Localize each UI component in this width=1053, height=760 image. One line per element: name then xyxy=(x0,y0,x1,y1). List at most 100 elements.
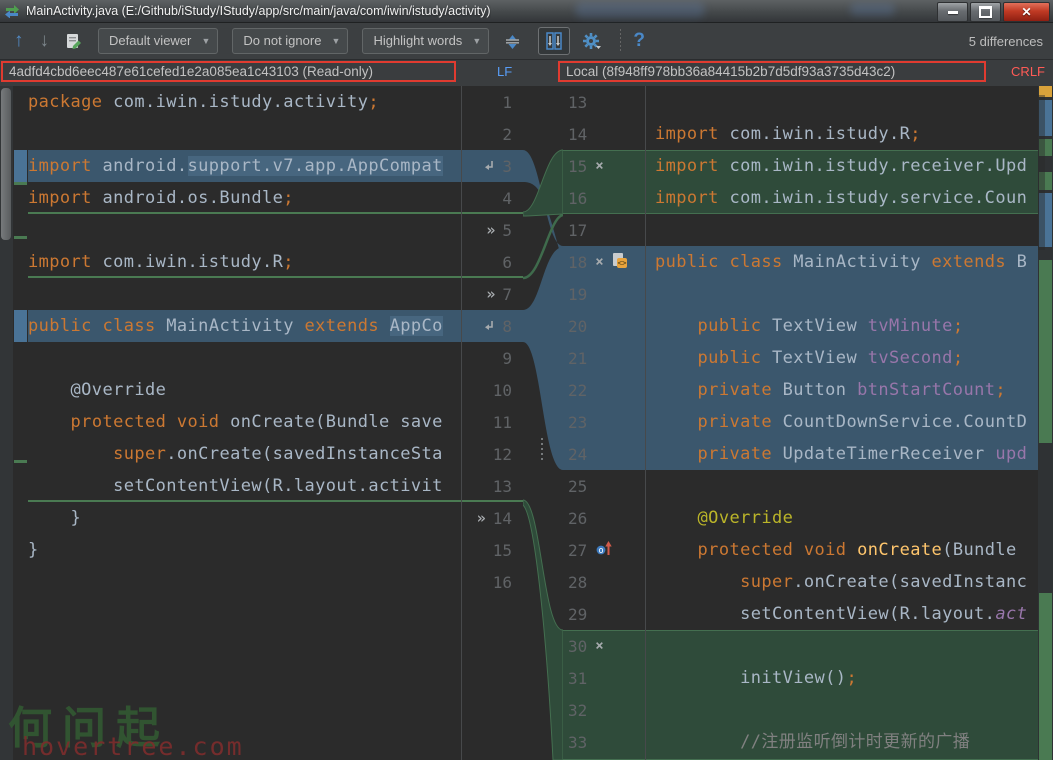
code-line[interactable] xyxy=(646,694,1038,726)
folded-region-icon[interactable]: » xyxy=(477,511,486,526)
svg-text:o: o xyxy=(599,546,604,556)
code-line[interactable]: } xyxy=(28,502,461,534)
line-number: 27 xyxy=(568,541,587,560)
code-line[interactable] xyxy=(28,342,461,374)
code-line[interactable]: //注册监听倒计时更新的广播 xyxy=(646,726,1038,758)
edit-source-button[interactable] xyxy=(65,33,82,50)
viewer-dropdown[interactable]: Default viewer ▼ xyxy=(98,28,218,54)
folded-region-icon[interactable]: » xyxy=(486,223,495,238)
code-line[interactable]: setContentView(R.layout.activit xyxy=(28,470,461,502)
code-line[interactable]: setContentView(R.layout.act xyxy=(646,598,1038,630)
left-code-pane[interactable]: package com.iwin.istudy.activity; import … xyxy=(28,86,461,760)
gear-icon xyxy=(582,32,602,50)
code-line[interactable] xyxy=(646,630,1038,662)
diff-change-x-icon[interactable]: × xyxy=(595,639,603,653)
code-line[interactable] xyxy=(646,278,1038,310)
close-button[interactable]: ✕ xyxy=(1003,2,1050,22)
highlight-mode-dropdown[interactable]: Highlight words ▼ xyxy=(362,28,489,54)
code-segment: private xyxy=(698,380,772,400)
minimize-button[interactable] xyxy=(937,2,968,22)
collapse-unchanged-icon xyxy=(503,32,522,50)
code-line[interactable]: public class MainActivity extends AppCo xyxy=(28,310,461,342)
help-button[interactable]: ? xyxy=(633,30,645,52)
code-segment: onCreate(Bundle save xyxy=(219,412,442,432)
code-segment xyxy=(846,540,857,560)
code-line[interactable] xyxy=(646,470,1038,502)
line-number: 31 xyxy=(568,669,587,688)
code-line[interactable]: import android.support.v7.app.AppCompat xyxy=(28,150,461,182)
gutter-row: 27 o xyxy=(563,534,645,566)
diff-editor-body: package com.iwin.istudy.activity; import … xyxy=(0,86,1053,760)
right-stripe-marker-green[interactable] xyxy=(1039,593,1052,760)
code-line[interactable]: protected void onCreate(Bundle xyxy=(646,534,1038,566)
code-segment: initView() xyxy=(655,668,846,688)
code-line[interactable]: super.onCreate(savedInstanc xyxy=(646,566,1038,598)
code-line[interactable]: initView(); xyxy=(646,662,1038,694)
code-line[interactable]: private CountDownService.CountD xyxy=(646,406,1038,438)
overrides-method-icon[interactable]: o xyxy=(595,540,614,560)
line-number: 9 xyxy=(502,349,512,368)
gutter-row: 29 xyxy=(563,598,645,630)
ignore-policy-dropdown[interactable]: Do not ignore ▼ xyxy=(232,28,348,54)
code-line[interactable] xyxy=(28,278,461,310)
code-line[interactable]: @Override xyxy=(646,502,1038,534)
code-segment: //注册监听倒计时更新的广播 xyxy=(740,732,970,752)
line-number: 14 xyxy=(568,125,587,144)
code-line[interactable]: protected void onCreate(Bundle save xyxy=(28,406,461,438)
code-line[interactable]: import com.iwin.istudy.R; xyxy=(28,246,461,278)
code-segment: } xyxy=(28,508,81,528)
right-scrollbar-thumb[interactable] xyxy=(1038,95,1045,250)
code-line[interactable] xyxy=(28,118,461,150)
folded-region-icon[interactable]: » xyxy=(486,287,495,302)
next-difference-button[interactable]: ↓ xyxy=(40,30,50,52)
settings-button[interactable] xyxy=(582,32,602,50)
code-line[interactable]: @Override xyxy=(28,374,461,406)
code-line[interactable]: import android.os.Bundle; xyxy=(28,182,461,214)
code-line[interactable]: super.onCreate(savedInstanceSta xyxy=(28,438,461,470)
diff-change-x-icon[interactable]: × xyxy=(595,255,603,269)
code-line[interactable] xyxy=(646,214,1038,246)
code-line[interactable]: private UpdateTimerReceiver upd xyxy=(646,438,1038,470)
code-line[interactable]: package com.iwin.istudy.activity; xyxy=(28,86,461,118)
right-line-number-gutter: 131415×161718×<>192021222324252627o28293… xyxy=(563,86,645,760)
gutter-row: 10 xyxy=(461,374,523,406)
maximize-button[interactable] xyxy=(970,2,1001,22)
side-by-side-viewer-button[interactable] xyxy=(538,27,570,55)
code-line[interactable]: } xyxy=(28,534,461,566)
splitter-drag-handle[interactable] xyxy=(540,438,544,463)
collapse-unchanged-button[interactable] xyxy=(503,32,522,50)
gutter-row: 21 xyxy=(563,342,645,374)
code-line[interactable] xyxy=(28,214,461,246)
code-line[interactable] xyxy=(646,86,1038,118)
code-line[interactable]: public TextView tvSecond; xyxy=(646,342,1038,374)
code-line[interactable]: private Button btnStartCount; xyxy=(646,374,1038,406)
svg-text:<>: <> xyxy=(617,258,627,267)
right-pane-title: Local (8f948ff978bb36a84415b2b7d5df93a37… xyxy=(566,64,895,79)
right-code-pane[interactable]: import com.iwin.istudy.R;import com.iwin… xyxy=(646,86,1038,760)
code-line[interactable]: import com.iwin.istudy.service.Coun xyxy=(646,182,1038,214)
line-number: 4 xyxy=(502,189,512,208)
code-line[interactable]: public class MainActivity extends B xyxy=(646,246,1038,278)
code-segment: import xyxy=(655,156,719,176)
right-line-ending-badge[interactable]: CRLF xyxy=(1011,64,1045,79)
code-segment: protected xyxy=(698,540,794,560)
right-stripe-marker-green[interactable] xyxy=(1039,260,1052,443)
code-line[interactable]: import com.iwin.istudy.R; xyxy=(646,118,1038,150)
left-line-ending-badge[interactable]: LF xyxy=(497,64,512,79)
diff-change-x-icon[interactable]: × xyxy=(595,159,603,173)
code-line[interactable]: public TextView tvMinute; xyxy=(646,310,1038,342)
left-scrollbar[interactable] xyxy=(0,86,13,760)
previous-difference-button[interactable]: ↑ xyxy=(14,30,24,52)
gutter-row: 3 xyxy=(461,150,523,182)
code-segment: upd xyxy=(995,444,1027,464)
code-segment: MainActivity xyxy=(156,316,305,336)
right-error-stripe[interactable] xyxy=(1038,86,1053,760)
minimize-icon xyxy=(948,11,958,14)
gutter-row: 14 xyxy=(563,118,645,150)
code-line[interactable]: import com.iwin.istudy.receiver.Upd xyxy=(646,150,1038,182)
code-segment: } xyxy=(28,540,39,560)
left-scrollbar-thumb[interactable] xyxy=(1,88,11,240)
line-number: 7 xyxy=(502,285,512,304)
code-line[interactable] xyxy=(28,566,461,598)
gutter-row: 19 xyxy=(563,278,645,310)
